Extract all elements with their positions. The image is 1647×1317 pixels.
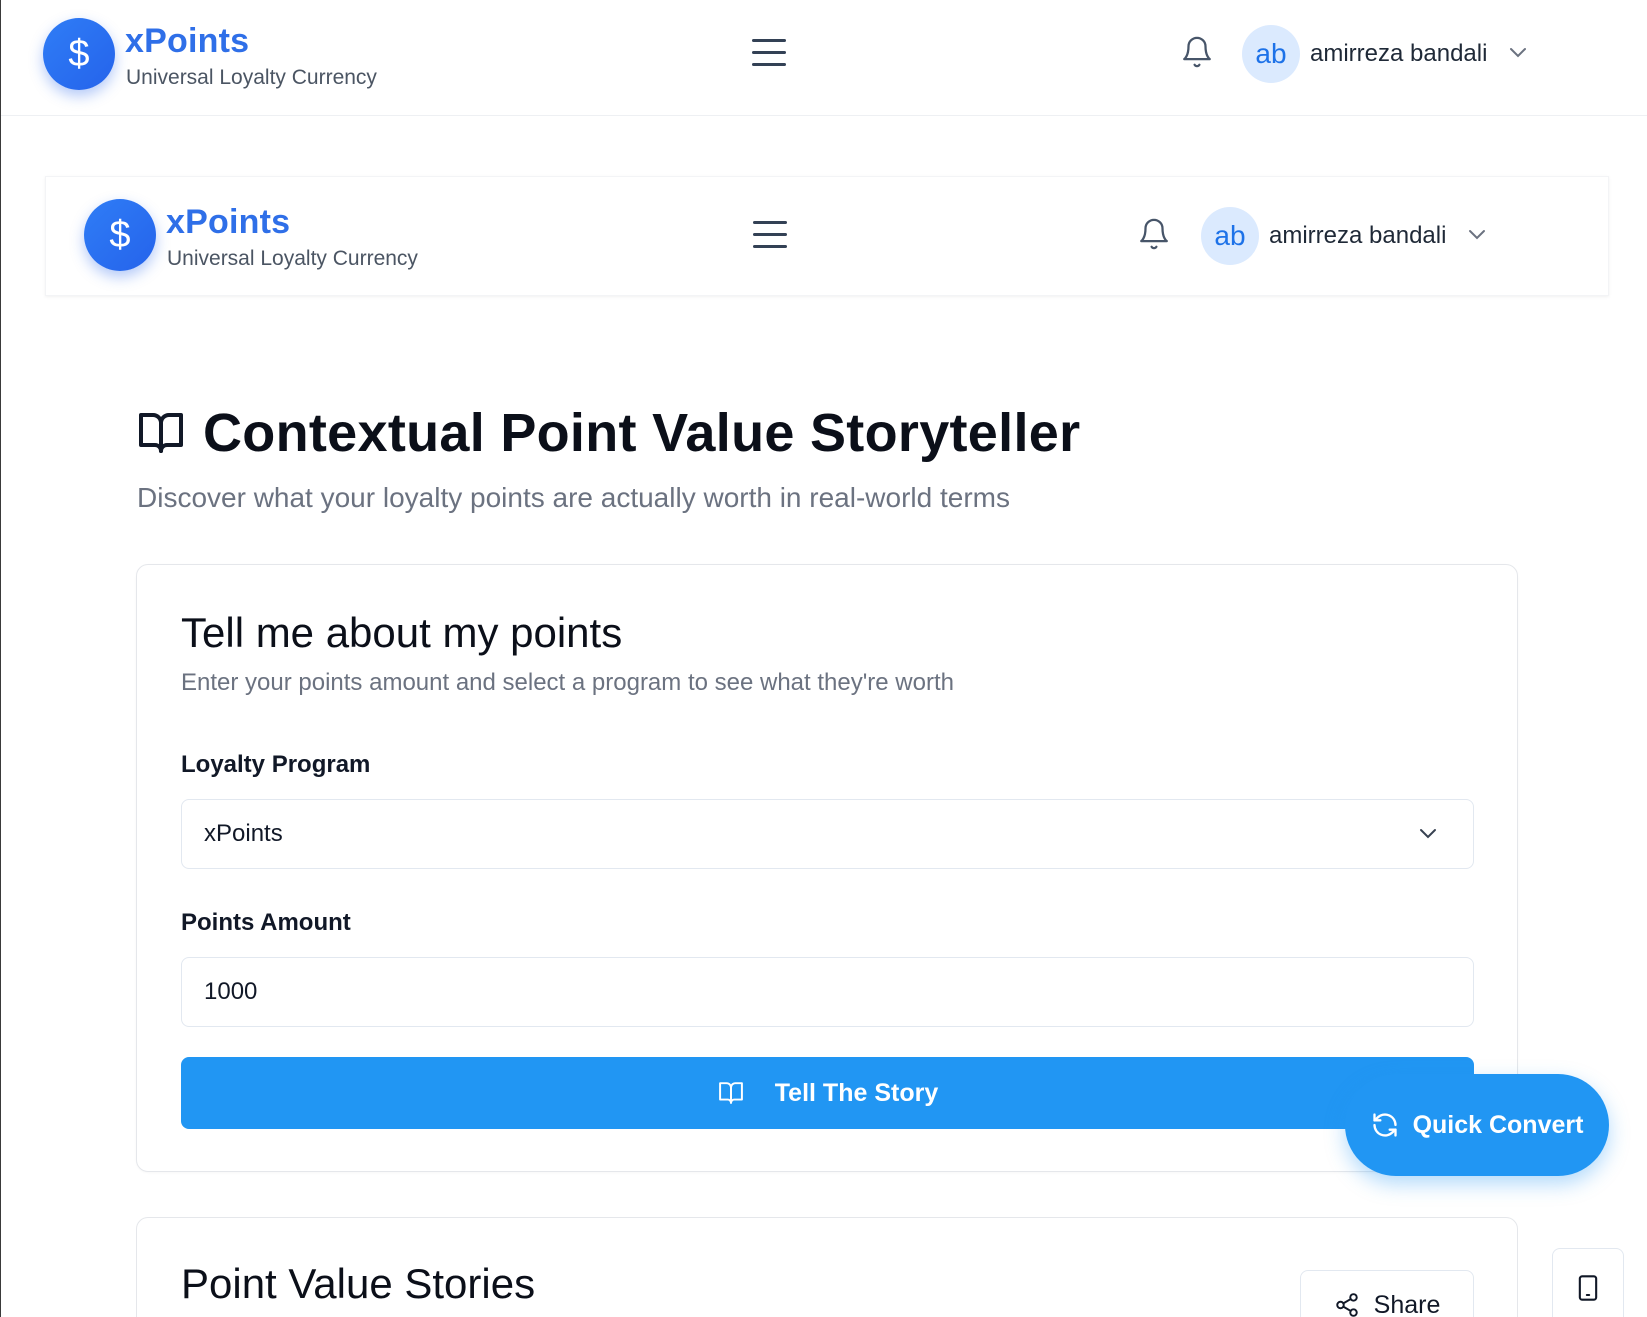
- points-form-card: Tell me about my points Enter your point…: [136, 564, 1518, 1172]
- avatar[interactable]: ab: [1242, 25, 1300, 83]
- quick-convert-label: Quick Convert: [1412, 1110, 1584, 1139]
- program-select[interactable]: xPoints: [181, 799, 1474, 869]
- refresh-icon: [1372, 1113, 1397, 1137]
- logo-symbol: $: [68, 32, 90, 75]
- dollar-icon[interactable]: $: [84, 199, 156, 271]
- page-title: Contextual Point Value Storyteller: [203, 403, 1081, 463]
- share-icon: [1335, 1293, 1358, 1317]
- top-app-bar: $ xPoints Universal Loyalty Currency ab …: [1, 0, 1647, 116]
- card-title: Tell me about my points: [181, 609, 623, 656]
- inner-header: $ xPoints Universal Loyalty Currency ab …: [45, 176, 1609, 296]
- tell-story-label: Tell The Story: [774, 1078, 939, 1107]
- page-subtitle: Discover what your loyalty points are ac…: [137, 482, 1010, 513]
- brand-name[interactable]: xPoints: [166, 203, 290, 242]
- share-button[interactable]: Share: [1300, 1270, 1474, 1317]
- chevron-down-icon[interactable]: [1508, 46, 1528, 60]
- book-open-icon: [718, 1082, 743, 1104]
- dollar-icon[interactable]: $: [43, 18, 115, 90]
- brand-name[interactable]: xPoints: [125, 22, 249, 61]
- program-select-value: xPoints: [204, 820, 283, 847]
- card-subtitle: Enter your points amount and select a pr…: [181, 669, 954, 696]
- points-amount-input[interactable]: 1000: [181, 957, 1474, 1027]
- avatar-initials: ab: [1255, 38, 1287, 69]
- tell-story-button[interactable]: Tell The Story: [181, 1057, 1474, 1129]
- book-open-icon: [139, 413, 183, 453]
- page-heading: Contextual Point Value Storyteller: [137, 398, 1080, 468]
- amount-label: Points Amount: [181, 909, 351, 936]
- tablet-icon: [1578, 1275, 1598, 1301]
- chevron-down-icon[interactable]: [1467, 228, 1487, 242]
- avatar[interactable]: ab: [1201, 207, 1259, 265]
- program-label: Loyalty Program: [181, 751, 371, 778]
- points-amount-value: 1000: [204, 978, 258, 1005]
- hamburger-icon[interactable]: [752, 39, 786, 67]
- stories-title: Point Value Stories: [181, 1260, 536, 1307]
- brand-tagline: Universal Loyalty Currency: [167, 247, 418, 270]
- quick-convert-button[interactable]: Quick Convert: [1345, 1074, 1609, 1176]
- hamburger-icon[interactable]: [753, 221, 787, 249]
- avatar-initials: ab: [1214, 220, 1246, 251]
- bell-icon[interactable]: [1137, 215, 1171, 253]
- share-label: Share: [1373, 1290, 1441, 1317]
- chevron-down-icon: [1420, 829, 1436, 839]
- logo-symbol: $: [109, 213, 131, 256]
- device-view-button[interactable]: [1552, 1248, 1624, 1317]
- user-name[interactable]: amirreza bandali: [1269, 222, 1446, 250]
- user-name[interactable]: amirreza bandali: [1310, 40, 1487, 68]
- brand-tagline: Universal Loyalty Currency: [126, 66, 377, 89]
- point-value-stories-card: Point Value Stories Share: [136, 1217, 1518, 1317]
- bell-icon[interactable]: [1180, 33, 1214, 71]
